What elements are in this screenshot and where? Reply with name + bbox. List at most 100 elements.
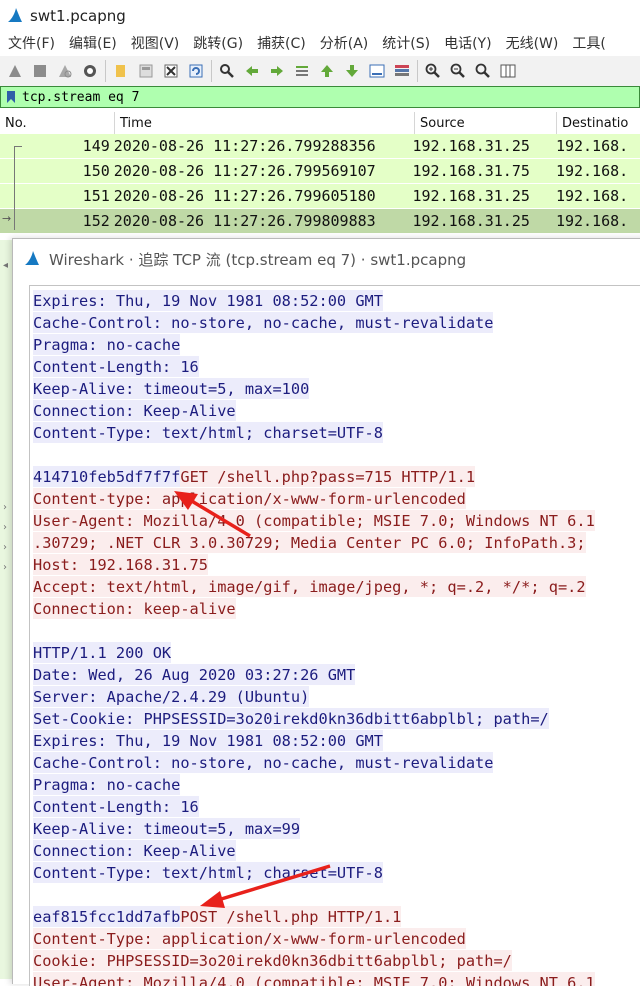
menu-go[interactable]: 跳转(G): [193, 33, 243, 53]
packet-no: 151: [82, 187, 110, 205]
column-header-destination[interactable]: Destinatio: [557, 112, 640, 134]
packet-row[interactable]: 150 2020-08-26 11:27:26.799569107 192.16…: [0, 159, 640, 184]
menu-edit[interactable]: 编辑(E): [69, 33, 117, 53]
expand-icon: ›: [3, 522, 7, 533]
stream-line: Keep-Alive: timeout=5, max=100: [33, 378, 310, 400]
client-request-text: GET /shell.php?pass=715 HTTP/1.1: [180, 466, 476, 487]
stream-line: Content-Length: 16: [33, 356, 199, 378]
stream-line: .30729; .NET CLR 3.0.30729; Media Center…: [33, 532, 586, 554]
follow-tcp-stream-dialog: Wireshark · 追踪 TCP 流 (tcp.stream eq 7) ·…: [12, 238, 640, 986]
filter-bookmark-icon[interactable]: [6, 90, 16, 104]
go-last-icon[interactable]: [342, 61, 362, 81]
packet-no: 152: [82, 212, 110, 230]
stream-line: Content-Type: application/x-www-form-url…: [33, 928, 466, 950]
stream-line: Date: Wed, 26 Aug 2020 03:27:26 GMT: [33, 664, 356, 686]
stream-line: HTTP/1.1 200 OK: [33, 642, 172, 664]
server-response-text: Connection: Keep-Alive: [33, 840, 236, 861]
column-header-time[interactable]: Time: [115, 112, 415, 134]
packet-list-header: No. Time Source Destinatio: [0, 112, 640, 135]
expand-icon: ›: [3, 502, 7, 513]
go-to-packet-icon[interactable]: [292, 61, 312, 81]
go-forward-icon[interactable]: [267, 61, 287, 81]
packet-source: 192.168.31.25: [412, 137, 530, 155]
background-pane-strip: ◂ › › › ›: [0, 240, 12, 979]
toolbar-separator: [105, 60, 106, 82]
packet-destination: 192.168.: [555, 137, 629, 155]
stop-capture-icon[interactable]: [30, 61, 50, 81]
wireshark-fin-icon: [8, 8, 22, 22]
main-toolbar: [0, 56, 640, 87]
close-file-icon[interactable]: [161, 61, 181, 81]
menu-tools[interactable]: 工具(: [572, 33, 605, 53]
server-response-text: Set-Cookie: PHPSESSID=3o20irekd0kn36dbit…: [33, 708, 549, 729]
packet-row[interactable]: 149 2020-08-26 11:27:26.799288356 192.16…: [0, 134, 640, 159]
packet-source: 192.168.31.75: [412, 162, 530, 180]
menu-capture[interactable]: 捕获(C): [257, 33, 306, 53]
client-request-text: Content-Type: application/x-www-form-url…: [33, 928, 466, 949]
colorize-icon[interactable]: [392, 61, 412, 81]
menu-analyze[interactable]: 分析(A): [320, 33, 369, 53]
menu-view[interactable]: 视图(V): [131, 33, 180, 53]
zoom-in-icon[interactable]: [423, 61, 443, 81]
client-request-text: Connection: keep-alive: [33, 598, 236, 619]
packet-destination: 192.168.: [555, 162, 629, 180]
go-first-icon[interactable]: [317, 61, 337, 81]
server-response-text: Cache-Control: no-store, no-cache, must-…: [33, 312, 494, 333]
dialog-titlebar: Wireshark · 追踪 TCP 流 (tcp.stream eq 7) ·…: [13, 239, 640, 279]
menu-statistics[interactable]: 统计(S): [382, 33, 430, 53]
open-file-icon[interactable]: [111, 61, 131, 81]
packet-source: 192.168.31.25: [412, 212, 530, 230]
client-request-text: POST /shell.php HTTP/1.1: [180, 906, 402, 927]
reload-file-icon[interactable]: [186, 61, 206, 81]
server-response-text: Content-Type: text/html; charset=UTF-8: [33, 422, 383, 443]
zoom-normal-icon[interactable]: [473, 61, 493, 81]
zoom-out-icon[interactable]: [448, 61, 468, 81]
stream-line: User-Agent: Mozilla/4.0 (compatible; MSI…: [33, 510, 595, 532]
server-response-text: Keep-Alive: timeout=5, max=99: [33, 818, 301, 839]
packet-row[interactable]: 151 2020-08-26 11:27:26.799605180 192.16…: [0, 184, 640, 209]
display-filter-input[interactable]: tcp.stream eq 7: [22, 90, 139, 105]
packet-time: 2020-08-26 11:27:26.799288356: [113, 137, 376, 155]
toolbar-separator: [417, 60, 418, 82]
stream-content[interactable]: Expires: Thu, 19 Nov 1981 08:52:00 GMT Ca…: [29, 285, 640, 986]
packet-time: 2020-08-26 11:27:26.799605180: [113, 187, 376, 205]
stream-line: Expires: Thu, 19 Nov 1981 08:52:00 GMT: [33, 730, 383, 752]
related-packet-arrow-icon: →: [2, 212, 12, 225]
stream-line: Pragma: no-cache: [33, 334, 181, 356]
find-packet-icon[interactable]: [217, 61, 237, 81]
display-filter-bar[interactable]: tcp.stream eq 7: [0, 86, 640, 108]
dialog-title: Wireshark · 追踪 TCP 流 (tcp.stream eq 7) ·…: [49, 250, 467, 269]
toolbar-separator: [211, 60, 212, 82]
packet-row-selected[interactable]: 152 2020-08-26 11:27:26.799809883 192.16…: [0, 209, 640, 234]
menu-file[interactable]: 文件(F): [8, 33, 55, 53]
stream-line: Cookie: PHPSESSID=3o20irekd0kn36dbitt6ab…: [33, 950, 512, 972]
save-file-icon[interactable]: [136, 61, 156, 81]
server-response-text: Content-Length: 16: [33, 796, 199, 817]
server-response-text: Pragma: no-cache: [33, 774, 181, 795]
start-capture-icon[interactable]: [5, 61, 25, 81]
stream-line: Cache-Control: no-store, no-cache, must-…: [33, 752, 494, 774]
resize-columns-icon[interactable]: [498, 61, 518, 81]
server-response-text: Cache-Control: no-store, no-cache, must-…: [33, 752, 494, 773]
auto-scroll-icon[interactable]: [367, 61, 387, 81]
expand-icon: ›: [3, 562, 7, 573]
client-request-text: Cookie: PHPSESSID=3o20irekd0kn36dbitt6ab…: [33, 950, 512, 971]
column-header-source[interactable]: Source: [415, 112, 557, 134]
response-hash-text: eaf815fcc1dd7afb: [33, 906, 181, 927]
stream-line: Content-type: application/x-www-form-url…: [33, 488, 466, 510]
server-response-text: Pragma: no-cache: [33, 334, 181, 355]
stream-line: Expires: Thu, 19 Nov 1981 08:52:00 GMT: [33, 290, 383, 312]
packet-no: 150: [82, 162, 110, 180]
menu-wireless[interactable]: 无线(W): [506, 33, 559, 53]
packet-source: 192.168.31.25: [412, 187, 530, 205]
client-request-text: User-Agent: Mozilla/4.0 (compatible; MSI…: [33, 510, 595, 531]
column-header-no[interactable]: No.: [0, 112, 115, 134]
menu-telephony[interactable]: 电话(Y): [444, 33, 491, 53]
capture-options-icon[interactable]: [80, 61, 100, 81]
go-back-icon[interactable]: [242, 61, 262, 81]
stream-line: Set-Cookie: PHPSESSID=3o20irekd0kn36dbit…: [33, 708, 549, 730]
packet-destination: 192.168.: [555, 187, 629, 205]
packet-time: 2020-08-26 11:27:26.799809883: [113, 212, 376, 230]
restart-capture-icon[interactable]: [55, 61, 75, 81]
stream-line: Server: Apache/2.4.29 (Ubuntu): [33, 686, 310, 708]
